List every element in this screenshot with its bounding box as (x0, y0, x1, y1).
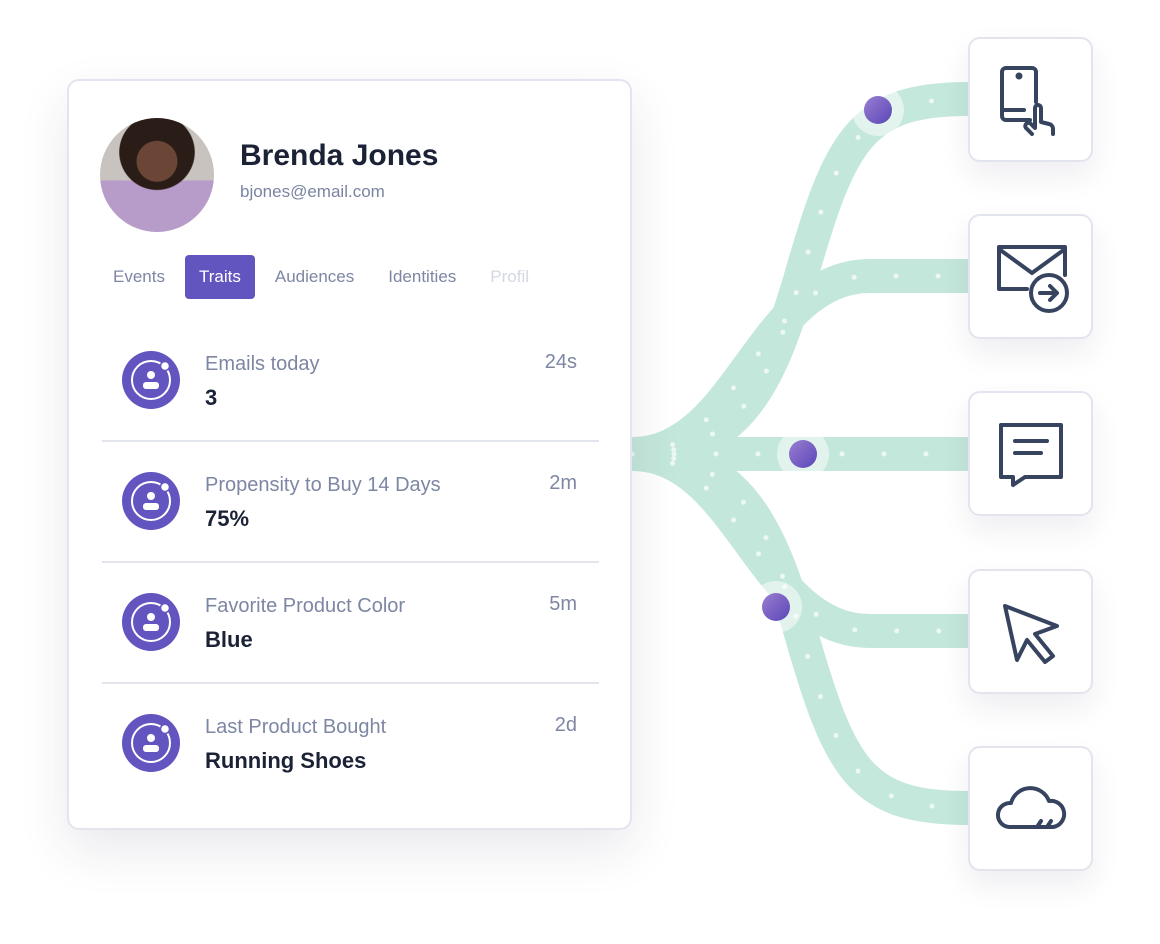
trait-value: Blue (205, 627, 253, 652)
trait-label: Emails today (205, 353, 320, 375)
tab-audiences[interactable]: Audiences (261, 255, 368, 299)
trait-time: 24s (544, 351, 577, 373)
profile-tabs: Events Traits Audiences Identities Profi… (99, 255, 536, 299)
trait-time: 5m (549, 593, 577, 615)
tab-identities[interactable]: Identities (374, 255, 470, 299)
user-trait-icon (122, 472, 180, 530)
trait-label: Favorite Product Color (205, 595, 406, 617)
event-dot (777, 428, 829, 480)
chat-icon (998, 422, 1063, 487)
trait-row: Favorite Product Color Blue 5m (102, 563, 599, 684)
profile-card: Brenda Jones bjones@email.com Events Tra… (67, 79, 632, 830)
tab-profile[interactable]: Profile (476, 255, 530, 299)
ribbon-email (630, 259, 968, 471)
email-send-icon (996, 244, 1069, 313)
trait-row: Emails today 3 24s (102, 321, 599, 442)
cursor-icon (1002, 603, 1059, 664)
profile-email: bjones@email.com (240, 182, 385, 201)
user-trait-icon (122, 714, 180, 772)
trait-time: 2d (554, 714, 577, 736)
mobile-tap-icon (999, 65, 1055, 136)
destination-email[interactable] (968, 214, 1093, 339)
destination-cloud[interactable] (968, 746, 1093, 871)
tab-events[interactable]: Events (99, 255, 179, 299)
tab-traits[interactable]: Traits (184, 255, 255, 299)
avatar (100, 118, 214, 232)
trait-value: Running Shoes (205, 748, 367, 773)
trait-value: 3 (205, 385, 218, 410)
cloud-icon (995, 785, 1066, 829)
trait-row: Last Product Bought Running Shoes 2d (102, 684, 599, 805)
user-trait-icon (122, 351, 180, 409)
profile-name: Brenda Jones (240, 139, 439, 172)
user-trait-icon (122, 593, 180, 651)
trait-value: 75% (205, 506, 250, 531)
event-dot (750, 581, 802, 633)
destination-mobile[interactable] (968, 37, 1093, 162)
trait-time: 2m (549, 472, 577, 494)
event-dot (852, 84, 904, 136)
destination-chat[interactable] (968, 391, 1093, 516)
trait-label: Last Product Bought (205, 716, 387, 738)
trait-label: Propensity to Buy 14 Days (205, 474, 441, 496)
destination-web[interactable] (968, 569, 1093, 694)
trait-row: Propensity to Buy 14 Days 75% 2m (102, 442, 599, 563)
